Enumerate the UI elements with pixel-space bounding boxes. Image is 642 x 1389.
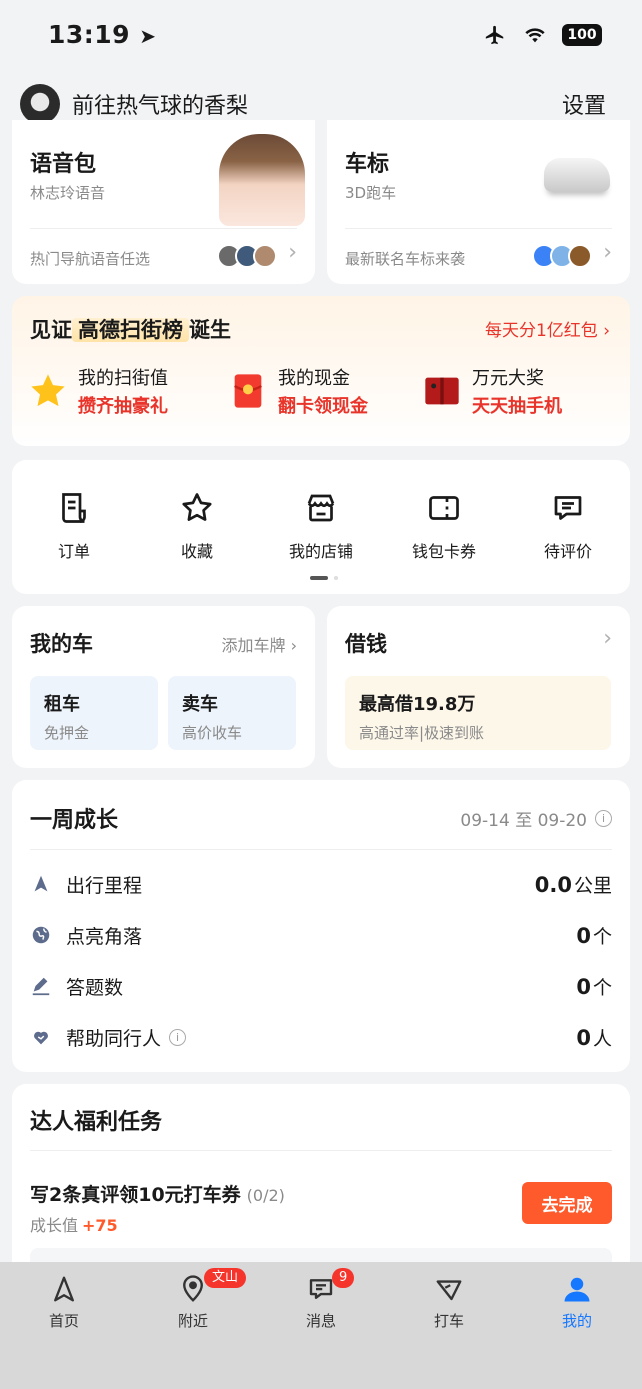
sell-car-button[interactable]: 卖车 高价收车 — [168, 676, 296, 750]
promo-link[interactable]: 每天分1亿红包 › — [485, 316, 610, 341]
car-logo-title: 车标 — [345, 152, 390, 177]
wallet-icon — [429, 496, 459, 520]
promo-item-prize[interactable]: 万元大奖 天天抽手机 — [422, 364, 562, 418]
chevron-right-icon: › — [603, 626, 612, 651]
bottom-tab-bar: 首页 文山 附近 9 消息 打车 我的 — [0, 1262, 642, 1389]
star-icon — [31, 374, 65, 407]
chevron-right-icon: › — [288, 240, 297, 265]
growth-title: 一周成长 — [30, 808, 119, 833]
tab-nearby[interactable]: 文山 附近 — [138, 1268, 248, 1331]
growth-row: 答题数 0个 — [30, 971, 612, 1001]
voice-pack-title: 语音包 — [30, 152, 97, 177]
promo-highlight: 高德扫街榜 — [72, 318, 189, 342]
tab-mine[interactable]: 我的 — [522, 1274, 632, 1331]
globe-icon — [32, 926, 50, 944]
settings-button[interactable]: 设置 — [562, 88, 606, 120]
growth-row: 帮助同行人 i 0人 — [30, 1022, 612, 1052]
avatar[interactable] — [20, 84, 60, 124]
tab-home[interactable]: 首页 — [9, 1274, 119, 1331]
add-plate-link[interactable]: 添加车牌 › — [222, 632, 298, 656]
star-outline-icon — [182, 493, 212, 521]
home-arrow-icon — [54, 1276, 74, 1302]
profile-icon — [564, 1277, 590, 1302]
voice-pack-footer: 热门导航语音任选 — [30, 250, 151, 268]
borrow-card[interactable]: 借钱 › 最高借19.8万 高通过率|极速到账 — [327, 606, 630, 768]
phone-prize-icon — [425, 377, 459, 405]
tab-messages[interactable]: 9 消息 — [266, 1268, 376, 1331]
growth-row: 点亮角落 0个 — [30, 920, 612, 950]
expert-tasks-card: 达人福利任务 写2条真评领10元打车券 (0/2) 成长值 +75 去完成 — [12, 1084, 630, 1288]
voice-portrait-image — [219, 134, 305, 226]
car-model-image — [544, 158, 610, 192]
divider — [30, 849, 612, 850]
shortcut-orders[interactable]: 订单 — [24, 490, 124, 562]
tasks-title: 达人福利任务 — [30, 1110, 163, 1135]
car-logo-subtitle: 3D跑车 — [345, 184, 397, 202]
airplane-icon — [485, 25, 504, 45]
promo-item-cash[interactable]: 我的现金 翻卡领现金 — [228, 364, 368, 418]
info-icon[interactable]: i — [169, 1028, 187, 1046]
borrow-title: 借钱 — [345, 632, 387, 656]
shortcut-grid: 订单 收藏 我的店铺 钱包卡券 待评价 — [12, 460, 630, 594]
car-logo-footer: 最新联名车标来袭 — [345, 250, 466, 268]
car-logo-avatars — [532, 244, 592, 268]
red-envelope-icon — [234, 374, 262, 408]
shop-icon — [307, 494, 335, 522]
status-bar: 13:19 ➤ 100 — [0, 0, 642, 72]
review-icon — [554, 496, 582, 520]
heart-hand-icon — [34, 1031, 48, 1045]
shortcut-pending-review[interactable]: 待评价 — [518, 490, 618, 562]
complete-task-button[interactable]: 去完成 — [522, 1182, 612, 1224]
nearby-badge: 文山 — [204, 1268, 247, 1288]
wifi-icon — [525, 28, 545, 43]
my-car-card: 我的车 添加车牌 › 租车 免押金 卖车 高价收车 — [12, 606, 315, 768]
divider — [345, 228, 612, 229]
order-icon — [62, 493, 86, 523]
promo-item-scan-value[interactable]: 我的扫街值 攒齐抽豪礼 — [28, 364, 168, 418]
status-time: 13:19 ➤ — [48, 20, 157, 49]
voice-pack-card[interactable]: 语音包 林志玲语音 热门导航语音任选 › — [12, 120, 315, 284]
divider — [30, 228, 297, 229]
my-car-title: 我的车 — [30, 632, 93, 656]
navigation-icon — [34, 875, 48, 892]
taxi-icon — [436, 1280, 462, 1301]
borrow-offer[interactable]: 最高借19.8万 高通过率|极速到账 — [345, 676, 611, 750]
task-reward: 成长值 +75 — [30, 1216, 118, 1235]
task-name: 写2条真评领10元打车券 (0/2) — [30, 1184, 285, 1206]
weekly-growth-card: 一周成长 09-14 至 09-20 i 出行里程 0.0 公里 点亮角落 0个 答… — [12, 780, 630, 1072]
status-icons: 100 — [482, 24, 602, 46]
messages-badge: 9 — [332, 1268, 355, 1288]
growth-date-range: 09-14 至 09-20 i — [460, 806, 612, 831]
info-icon[interactable]: i — [595, 810, 612, 827]
voice-pack-subtitle: 林志玲语音 — [30, 184, 106, 202]
rent-car-button[interactable]: 租车 免押金 — [30, 676, 158, 750]
car-logo-card[interactable]: 车标 3D跑车 最新联名车标来袭 › — [327, 120, 630, 284]
chevron-right-icon: › — [603, 240, 612, 265]
username[interactable]: 前往热气球的香梨 — [72, 88, 248, 120]
promo-banner[interactable]: 见证 高德扫街榜 诞生 每天分1亿红包 › 我的扫街值 攒齐抽豪礼 我的现金 翻卡领现金… — [12, 296, 630, 446]
voice-avatars — [217, 244, 277, 268]
divider — [30, 1150, 612, 1151]
battery-indicator: 100 — [562, 24, 602, 46]
shortcut-wallet[interactable]: 钱包卡券 — [394, 490, 494, 562]
pen-icon — [32, 977, 50, 996]
page-indicator — [310, 576, 338, 580]
promo-title: 见证 高德扫街榜 诞生 — [30, 318, 231, 342]
growth-row: 出行里程 0.0 公里 — [30, 869, 612, 899]
tab-taxi[interactable]: 打车 — [394, 1274, 504, 1331]
shortcut-favorites[interactable]: 收藏 — [147, 490, 247, 562]
shortcut-my-shop[interactable]: 我的店铺 — [271, 490, 371, 562]
